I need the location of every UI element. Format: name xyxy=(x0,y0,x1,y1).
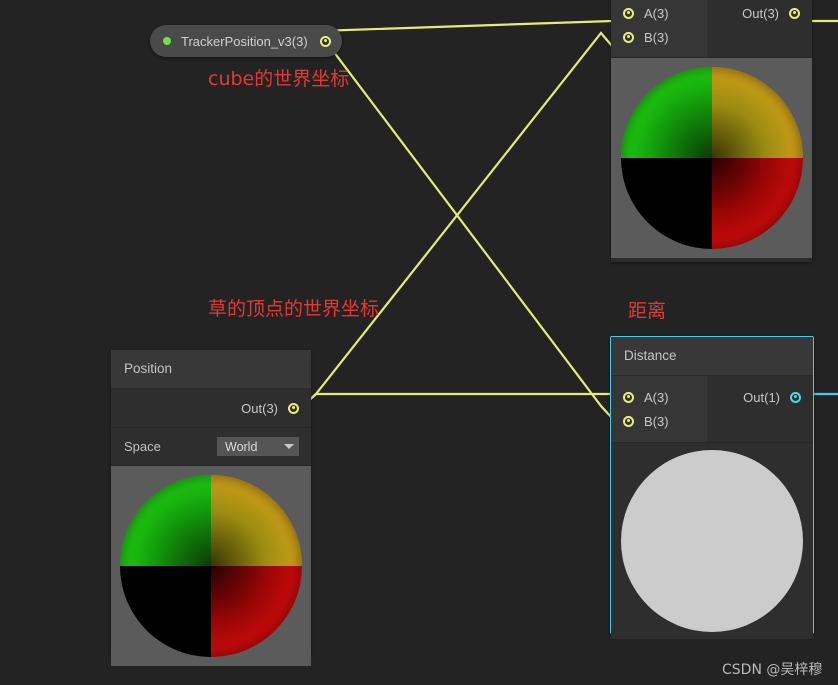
node-position-ports: Out(3) xyxy=(111,388,311,428)
output-port-row-position-out[interactable]: Out(3) xyxy=(111,396,311,420)
node-position-title: Position xyxy=(111,350,311,388)
output-port-distance-dot[interactable] xyxy=(790,391,801,403)
node-position[interactable]: Position Out(3) Space World xyxy=(111,350,311,666)
wire-position-to-top-b xyxy=(304,31,613,405)
annotation-distance: 距离 xyxy=(628,300,667,322)
node-distance[interactable]: Distance A(3) B(3) Out(1) xyxy=(610,336,814,639)
space-dropdown[interactable]: World xyxy=(217,437,299,456)
output-port-out-dot[interactable] xyxy=(789,7,800,19)
property-node-label: TrackerPosition_v3(3) xyxy=(181,33,308,49)
wire-tracker-to-top-a xyxy=(306,19,613,41)
input-port-row-b[interactable]: B(3) xyxy=(611,25,707,49)
node-position-preview[interactable] xyxy=(111,466,311,666)
output-port-row-distance-out[interactable]: Out(1) xyxy=(707,385,813,409)
input-port-a-label: A(3) xyxy=(644,389,669,405)
preview-sphere xyxy=(620,67,803,249)
output-port-position-dot[interactable] xyxy=(288,402,299,414)
input-port-a-label: A(3) xyxy=(644,5,669,21)
graph-canvas[interactable]: TrackerPosition_v3(3) A(3) B(3) Out(3) P… xyxy=(0,0,838,685)
field-row-space: Space World xyxy=(111,428,311,466)
input-port-row-a[interactable]: A(3) xyxy=(611,1,707,25)
input-port-row-b[interactable]: B(3) xyxy=(611,409,707,433)
node-top-preview[interactable] xyxy=(611,58,812,258)
node-top-ports: A(3) B(3) Out(3) xyxy=(611,0,812,58)
annotation-cube-world-position: cube的世界坐标 xyxy=(208,68,350,90)
input-port-b-dot[interactable] xyxy=(623,31,634,43)
input-port-a-dot[interactable] xyxy=(623,391,634,403)
wire-tracker-to-distance-b xyxy=(306,29,613,419)
annotation-grass-vertex-world-position: 草的顶点的世界坐标 xyxy=(208,298,380,320)
field-label-space: Space xyxy=(124,439,161,454)
node-distance-ports: A(3) B(3) Out(1) xyxy=(611,375,813,443)
chevron-down-icon xyxy=(284,444,294,449)
output-port-position-label: Out(3) xyxy=(241,400,278,416)
input-port-b-dot[interactable] xyxy=(623,415,634,427)
node-top-vector-op[interactable]: A(3) B(3) Out(3) xyxy=(611,0,812,262)
node-distance-title: Distance xyxy=(611,337,813,375)
output-port-out-label: Out(3) xyxy=(742,5,779,21)
node-distance-outputs: Out(1) xyxy=(707,376,813,442)
input-port-b-label: B(3) xyxy=(644,29,669,45)
property-type-dot xyxy=(163,37,171,45)
preview-sphere-shading xyxy=(120,475,302,657)
output-port-tracker-out[interactable] xyxy=(319,35,331,47)
watermark: CSDN @吴梓穆 xyxy=(722,662,823,678)
node-position-outputs: Out(3) xyxy=(111,389,311,427)
wire-position-to-distance-a xyxy=(304,392,612,405)
node-distance-inputs: A(3) B(3) xyxy=(611,376,707,442)
space-dropdown-value: World xyxy=(225,439,258,454)
node-distance-preview[interactable] xyxy=(611,443,813,639)
property-node-trackerposition[interactable]: TrackerPosition_v3(3) xyxy=(150,25,342,57)
preview-sphere-plain xyxy=(621,450,803,632)
node-top-inputs: A(3) B(3) xyxy=(611,0,707,57)
preview-sphere xyxy=(120,475,302,657)
node-top-outputs: Out(3) xyxy=(707,0,812,57)
input-port-row-a[interactable]: A(3) xyxy=(611,385,707,409)
input-port-b-label: B(3) xyxy=(644,413,669,429)
input-port-a-dot[interactable] xyxy=(623,7,634,19)
output-port-row-out[interactable]: Out(3) xyxy=(707,1,812,25)
preview-sphere-shading xyxy=(621,67,803,249)
output-port-distance-label: Out(1) xyxy=(743,389,780,405)
